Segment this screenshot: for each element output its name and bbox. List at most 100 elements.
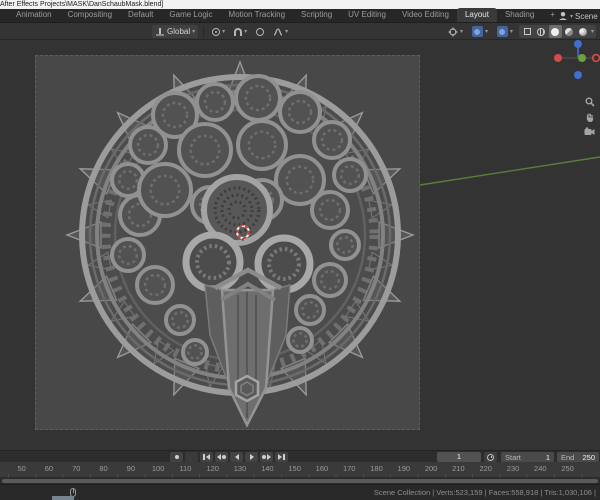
pan-hand-icon	[586, 113, 593, 122]
blender-window: After Effects Projects\MASK\DanSchaubMas…	[0, 0, 600, 500]
frame-end-field[interactable]: End 250	[557, 452, 599, 462]
axis-x-neg-handle	[591, 53, 600, 63]
workspace-tabs: Animation Compositing Default Game Logic…	[8, 8, 563, 22]
playback-controls	[170, 452, 288, 462]
jump-to-end-button[interactable]	[275, 452, 288, 462]
axis-line-y	[419, 156, 600, 186]
transform-orientation-dropdown[interactable]: Global ▾	[152, 25, 199, 38]
next-keyframe-icon	[267, 454, 271, 460]
start-label: Start	[505, 452, 521, 462]
prev-keyframe-button[interactable]	[215, 452, 228, 462]
timeline-header: 1 Start 1 End 250	[0, 450, 600, 462]
next-keyframe-button[interactable]	[260, 452, 273, 462]
transform-orientation-icon	[155, 27, 165, 37]
play-icon	[249, 454, 254, 460]
viewport-header: Global ▾ ▾ ▾ ▾ ▾ ▾ ▾ ▾	[0, 23, 600, 40]
pivot-point-dropdown[interactable]: ▾	[209, 25, 228, 38]
falloff-curve-icon	[273, 27, 283, 36]
end-value: 250	[582, 452, 595, 462]
timeline-ruler[interactable]: 50 60 70 80 90 100 110 120 130 140 150 160 170 180 190…	[0, 462, 600, 477]
chevron-down-icon: ▾	[484, 29, 488, 35]
show-gizmo-toggle[interactable]: ▾	[469, 25, 491, 38]
scene-selector[interactable]: ▾ Scene	[558, 9, 600, 23]
object-types-dropdown[interactable]: ▾	[445, 25, 466, 38]
timeline-scrollbar[interactable]	[0, 477, 600, 484]
workspace-tab[interactable]: Game Logic	[161, 8, 220, 22]
camera-view-button[interactable]	[584, 126, 595, 137]
workspace-tab[interactable]: Scripting	[293, 8, 340, 22]
workspace-tab[interactable]: Default	[120, 8, 161, 22]
proportional-editing-icon	[256, 27, 265, 36]
rendered-shading-button[interactable]	[577, 25, 590, 38]
axis-z-handle	[574, 40, 582, 48]
clock-icon	[487, 453, 494, 461]
wireframe-shading-button[interactable]	[535, 25, 548, 38]
jump-to-start-icon	[205, 454, 210, 460]
record-icon	[174, 455, 179, 459]
chevron-down-icon: ▾	[590, 29, 594, 35]
play-reverse-icon	[234, 454, 239, 460]
viewport-nav-buttons	[584, 96, 595, 137]
axis-x-handle	[554, 54, 562, 62]
rendered-shading-icon	[579, 27, 588, 36]
show-gizmo-icon	[471, 26, 483, 37]
xray-toggle-button[interactable]	[521, 25, 534, 38]
timeline-scrollbar-thumb[interactable]	[2, 478, 598, 483]
chevron-down-icon: ▾	[192, 29, 196, 35]
workspace-tab[interactable]: Animation	[8, 8, 60, 22]
zoom-icon	[585, 97, 595, 107]
solid-shading-button[interactable]	[548, 25, 562, 38]
shading-mode-group: ▾	[518, 25, 596, 38]
bottom-edge-highlight	[52, 496, 74, 500]
prev-keyframe-icon	[217, 454, 221, 460]
record-button[interactable]	[170, 452, 183, 462]
status-bar: Scene Collection | Verts:523,159 | Faces…	[0, 484, 600, 500]
workspace-tab[interactable]: UV Editing	[340, 8, 394, 22]
play-reverse-button[interactable]	[230, 452, 243, 462]
workspace-tab[interactable]: Compositing	[60, 8, 120, 22]
material-shading-button[interactable]	[563, 25, 576, 38]
show-overlays-icon	[496, 26, 508, 37]
backdrop-plane	[35, 55, 420, 430]
wireframe-shading-icon	[537, 27, 546, 36]
play-button[interactable]	[245, 452, 258, 462]
workspace-tab[interactable]: Video Editing	[394, 8, 457, 22]
sync-button[interactable]	[185, 452, 198, 462]
xray-toggle-icon	[523, 28, 531, 35]
frame-start-field[interactable]: Start 1	[501, 452, 554, 462]
jump-to-end-icon	[278, 454, 283, 460]
zoom-button[interactable]	[584, 96, 595, 107]
workspace-tab[interactable]: Layout	[456, 8, 497, 22]
orientation-label: Global	[167, 27, 191, 36]
jump-to-start-button[interactable]	[200, 452, 213, 462]
viewport-3d[interactable]	[0, 40, 600, 450]
snap-magnet-icon	[234, 27, 243, 36]
chevron-down-icon: ▾	[244, 29, 248, 35]
chevron-down-icon: ▾	[459, 29, 463, 35]
scene-head-icon	[559, 12, 567, 20]
axis-y-handle	[578, 54, 586, 62]
workspace-tab[interactable]: Motion Tracking	[221, 8, 293, 22]
chevron-down-icon: ▾	[285, 29, 289, 35]
falloff-dropdown[interactable]: ▾	[270, 25, 291, 38]
pan-button[interactable]	[584, 111, 595, 122]
header-separator	[203, 25, 205, 38]
viewport-header-right: ▾ ▾ ▾ ▾	[445, 23, 596, 40]
snap-toggle[interactable]: ▾	[231, 25, 250, 38]
current-frame-field[interactable]: 1	[437, 452, 481, 462]
playback-timing-button[interactable]	[484, 452, 497, 462]
chevron-down-icon: ▾	[570, 13, 574, 20]
axis-z-neg-handle	[574, 71, 582, 79]
pivot-point-icon	[212, 27, 221, 36]
workspace-tabs-bar: Animation Compositing Default Game Logic…	[0, 8, 600, 23]
show-overlays-toggle[interactable]: ▾	[494, 25, 516, 38]
end-label: End	[561, 452, 575, 462]
solid-shading-icon	[551, 27, 560, 36]
viewport-header-left: Global ▾ ▾ ▾ ▾	[152, 23, 291, 40]
workspace-tab[interactable]: Shading	[497, 8, 542, 22]
chevron-down-icon: ▾	[222, 29, 226, 35]
start-value: 1	[545, 452, 550, 462]
proportional-editing-toggle[interactable]	[253, 25, 267, 38]
window-title: After Effects Projects\MASK\DanSchaubMas…	[0, 1, 164, 8]
material-shading-icon	[565, 27, 574, 36]
